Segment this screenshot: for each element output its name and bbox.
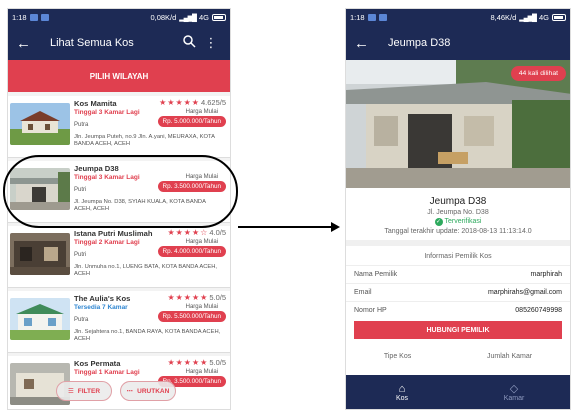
battery-icon <box>212 14 226 21</box>
filter-button[interactable]: ☰ FILTER <box>56 381 112 401</box>
listing-address: Jln. Jeumpa Puteh, no.9 Jln. A.yani, MEU… <box>74 134 215 148</box>
home-icon: ⌂ <box>398 382 406 395</box>
page-title: Jeumpa D38 <box>388 37 451 49</box>
owner-name-row: Nama Pemilik marphirah <box>346 266 570 284</box>
more-menu-icon[interactable]: ⋮ <box>200 35 222 51</box>
rating-score: 5.0/5 <box>209 293 226 302</box>
listing-type: Putra <box>74 317 89 323</box>
listing-name: Istana Putri Muslimah <box>74 229 153 238</box>
price-badge: Rp. 4.000.000/Tahun <box>157 246 226 257</box>
search-icon[interactable] <box>178 35 200 51</box>
notification-icon <box>367 14 376 21</box>
room-icon: ◇ <box>509 382 519 395</box>
last-updated: Tanggal terakhir update: 2018-08-13 11:1… <box>384 228 532 235</box>
back-arrow-icon[interactable]: ← <box>16 35 42 52</box>
rating-stars: ★★★★☆4.0/5 <box>167 228 226 237</box>
price-badge: Rp. 5.000.000/Tahun <box>157 116 226 127</box>
detail-screen: 1:18 8,46K/d ▂▄▆█ 4G ← Jeumpa D38 44 kal… <box>345 8 571 410</box>
sort-icon: ⋯ <box>126 388 134 395</box>
notification-icon <box>378 14 387 21</box>
listing-list[interactable]: Kos Mamita ★★★★★4.625/5 Tinggal 3 Kamar … <box>8 92 230 409</box>
email-row: Email marphirahs@gmail.com <box>346 284 570 302</box>
network-speed: 0,08K/d <box>150 13 177 22</box>
rating-stars: ★★★★★5.0/5 <box>167 358 226 367</box>
phone-row: Nomor HP 085260749998 <box>354 307 562 314</box>
signal-icon: ▂▄▆█ <box>519 14 537 22</box>
list-item[interactable]: The Aulia's Kos ★★★★★5.0/5 Tersedia 7 Ka… <box>8 291 230 353</box>
type-label: Tipe Kos <box>383 353 412 360</box>
availability-text: Tinggal 3 Kamar Lagi <box>74 109 140 116</box>
price-badge: Rp. 5.500.000/Tahun <box>157 311 226 322</box>
listing-photo <box>10 233 70 275</box>
availability-text: Tinggal 2 Kamar Lagi <box>74 239 140 246</box>
price-label: Harga Mulai <box>185 369 218 375</box>
app-bar: ← Jeumpa D38 <box>346 26 570 60</box>
listing-name: Kos Permata <box>74 359 121 368</box>
rating-score: 4.625/5 <box>200 98 226 107</box>
transition-arrow-line <box>238 226 334 228</box>
listing-address: Jln. Unmuha no.1, LUENG BATA, KOTA BANDA… <box>74 264 218 278</box>
listing-hero-photo: 44 kali dilihat <box>346 60 570 188</box>
price-label: Harga Mulai <box>185 304 218 310</box>
rating-stars: ★★★★★4.625/5 <box>159 98 226 107</box>
rating-score: 4.0/5 <box>209 228 226 237</box>
notification-icon <box>40 14 49 21</box>
listing-name: Kos Mamita <box>74 99 117 108</box>
listing-type: Putri <box>74 252 87 258</box>
rating-score: 5.0/5 <box>209 358 226 367</box>
listing-photo <box>10 103 70 145</box>
back-arrow-icon[interactable]: ← <box>354 35 380 52</box>
listing-address: Jln. Sejahtera no.1, BANDA RAYA, KOTA BA… <box>74 329 221 343</box>
network-speed: 8,46K/d <box>490 13 517 22</box>
signal-icon: ▂▄▆█ <box>179 14 197 22</box>
choose-region-button[interactable]: PILIH WILAYAH <box>8 60 230 92</box>
verified-badge: ✓ Terverifikasi <box>434 218 482 226</box>
notification-icon <box>29 14 38 21</box>
listing-address: Jl. Jeumpa No. D38 <box>427 209 489 216</box>
availability-text: Tersedia 7 Kamar <box>74 304 128 311</box>
sort-button[interactable]: ⋯ URUTKAN <box>120 381 176 401</box>
contact-owner-button[interactable]: HUBUNGI PEMILIK <box>354 321 562 339</box>
app-bar: ← Lihat Semua Kos ⋮ <box>8 26 230 60</box>
status-bar: 1:18 0,08K/d ▂▄▆█ 4G <box>8 9 230 26</box>
rating-stars: ★★★★★5.0/5 <box>167 293 226 302</box>
network-type: 4G <box>538 13 549 22</box>
filter-icon: ☰ <box>67 388 74 395</box>
room-info-row: Tipe Kos Jumlah Kamar <box>346 353 570 360</box>
selection-highlight <box>3 155 238 228</box>
floating-actions: ☰ FILTER ⋯ URUTKAN <box>56 381 176 401</box>
page-title: Lihat Semua Kos <box>50 37 134 49</box>
transition-arrow-icon <box>331 222 340 232</box>
listing-photo <box>10 298 70 340</box>
availability-text: Tinggal 1 Kamar Lagi <box>74 369 140 376</box>
nav-tab-kos[interactable]: ⌂ Kos <box>346 375 458 409</box>
rooms-label: Jumlah Kamar <box>486 353 533 360</box>
nav-tab-kamar[interactable]: ◇ Kamar <box>458 375 570 409</box>
list-item[interactable]: Kos Mamita ★★★★★4.625/5 Tinggal 3 Kamar … <box>8 96 230 158</box>
status-time: 1:18 <box>350 13 365 22</box>
status-bar: 1:18 8,46K/d ▂▄▆█ 4G <box>346 9 570 26</box>
price-label: Harga Mulai <box>185 109 218 115</box>
battery-icon <box>552 14 566 21</box>
view-count-badge: 44 kali dilihat <box>510 66 566 81</box>
status-time: 1:18 <box>12 13 27 22</box>
bottom-navigation: ⌂ Kos ◇ Kamar <box>346 375 570 409</box>
listing-type: Putra <box>74 122 89 128</box>
check-icon: ✓ <box>434 218 443 226</box>
network-type: 4G <box>198 13 209 22</box>
listing-name: The Aulia's Kos <box>74 294 131 303</box>
owner-section-title: Informasi Pemilik Kos <box>346 246 570 266</box>
listing-title: Jeumpa D38 <box>429 196 487 207</box>
price-label: Harga Mulai <box>185 239 218 245</box>
list-item[interactable]: Istana Putri Muslimah ★★★★☆4.0/5 Tinggal… <box>8 226 230 288</box>
